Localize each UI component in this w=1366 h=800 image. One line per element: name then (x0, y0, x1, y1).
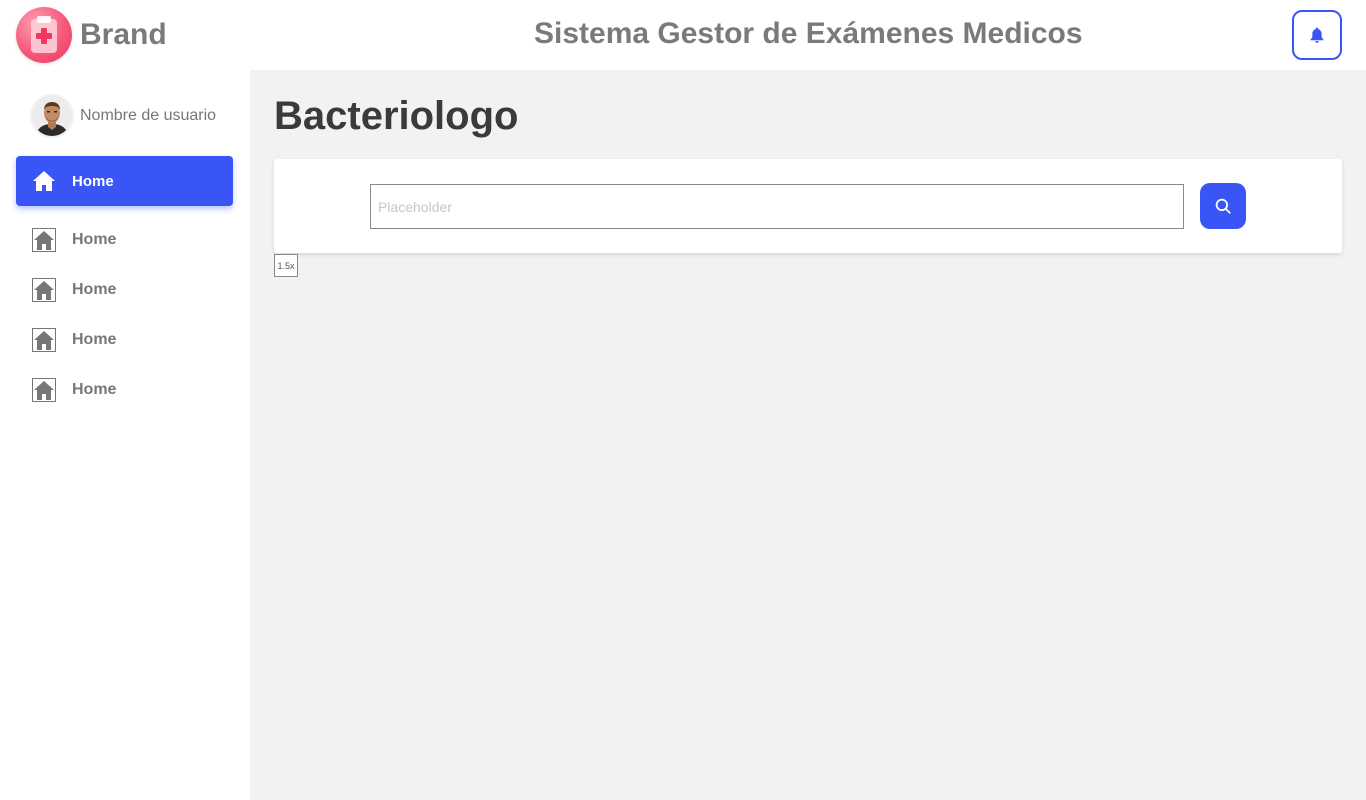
page-title: Bacteriologo (274, 94, 519, 138)
zoom-level-badge[interactable]: 1.5x (274, 254, 298, 277)
medical-clipboard-icon (16, 7, 72, 63)
home-icon (32, 378, 56, 402)
sidebar-item-label: Home (72, 281, 117, 298)
search-button[interactable] (1200, 183, 1246, 229)
sidebar-item-label: Home (72, 172, 114, 190)
sidebar-item-home-active[interactable]: Home (16, 156, 233, 206)
app-title: Sistema Gestor de Exámenes Medicos (534, 17, 1083, 50)
home-icon (33, 171, 55, 191)
sidebar-item-home[interactable]: Home (32, 328, 116, 352)
sidebar-item-home[interactable]: Home (32, 278, 116, 302)
search-icon (1215, 198, 1231, 214)
home-icon (32, 228, 56, 252)
sidebar-item-label: Home (72, 381, 117, 398)
brand-name: Brand (80, 18, 167, 51)
notifications-button[interactable] (1292, 10, 1342, 60)
sidebar-item-label: Home (72, 231, 117, 248)
bell-icon (1310, 27, 1324, 43)
avatar (32, 96, 72, 136)
sidebar-nav-list: Home Home Home Home (32, 228, 116, 428)
sidebar-item-home[interactable]: Home (32, 228, 116, 252)
main-content: Bacteriologo 1.5x (250, 70, 1366, 800)
search-input[interactable] (370, 184, 1184, 229)
sidebar-item-label: Home (72, 331, 117, 348)
brand[interactable]: Brand (16, 7, 167, 63)
sidebar-item-home[interactable]: Home (32, 378, 116, 402)
home-icon (32, 278, 56, 302)
top-header: Brand Sistema Gestor de Exámenes Medicos (0, 0, 1366, 70)
home-icon (32, 328, 56, 352)
user-profile[interactable]: Nombre de usuario (32, 96, 216, 136)
search-card (274, 159, 1342, 253)
user-name: Nombre de usuario (80, 107, 217, 124)
sidebar: Nombre de usuario Home Home Home Home Ho… (0, 70, 250, 800)
